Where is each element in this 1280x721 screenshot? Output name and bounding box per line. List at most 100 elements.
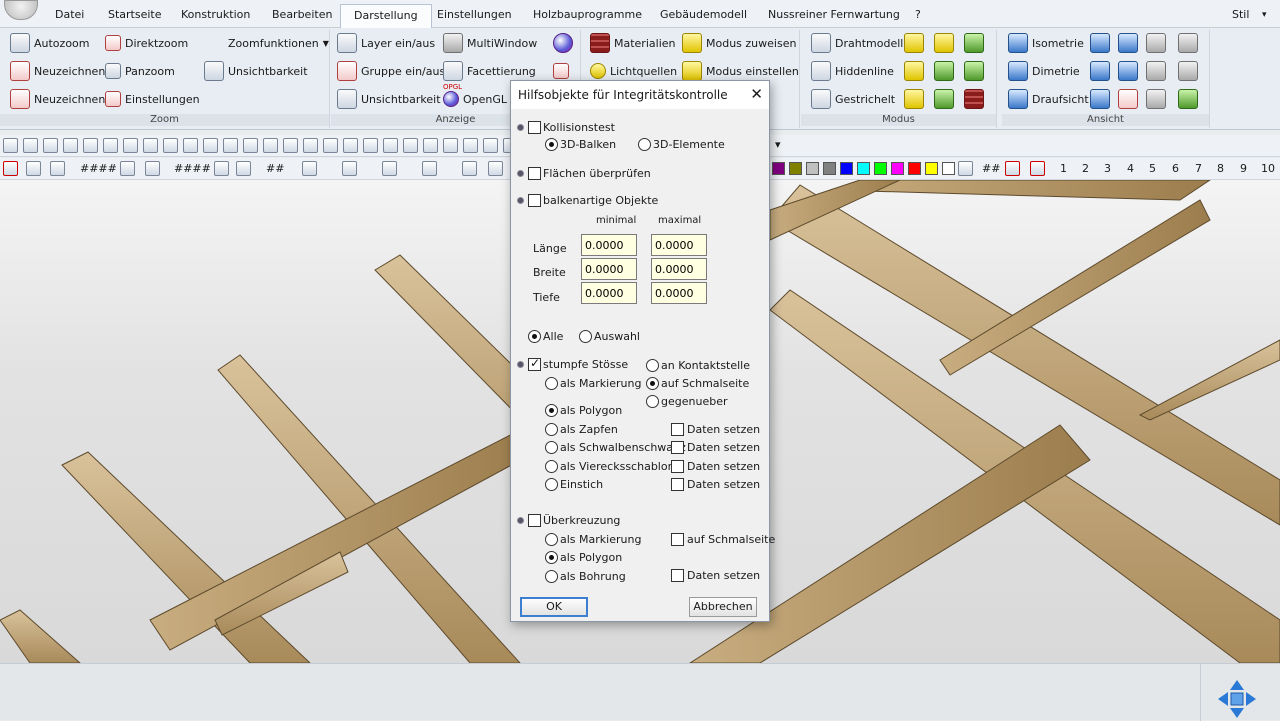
als-schwalbenschwanz-radio[interactable] xyxy=(545,441,558,454)
line-style-icon[interactable] xyxy=(342,161,357,176)
menu-bearbeiten[interactable]: Bearbeiten xyxy=(272,8,332,21)
gestrichelt-button[interactable]: Gestrichelt xyxy=(811,87,895,111)
layer-number-4[interactable]: 4 xyxy=(1127,162,1134,175)
zoom-einstellungen-button[interactable]: Einstellungen xyxy=(105,87,200,111)
tool-paste-icon[interactable] xyxy=(303,138,318,153)
color-picker-icon[interactable] xyxy=(958,161,973,176)
tool-funnel-icon[interactable] xyxy=(103,138,118,153)
schwalbenschwanz-daten-setzen-checkbox[interactable] xyxy=(671,441,684,454)
snap-point-icon[interactable] xyxy=(3,161,18,176)
breite-max-input[interactable] xyxy=(651,258,707,280)
color-swatch-magenta[interactable] xyxy=(891,162,904,175)
tool-block-icon[interactable] xyxy=(143,138,158,153)
laenge-min-input[interactable] xyxy=(581,234,637,256)
view-top-icon[interactable] xyxy=(1090,61,1110,81)
view-cylinder-icon[interactable] xyxy=(1146,61,1166,81)
textured-yellow-icon[interactable] xyxy=(904,61,924,81)
abbrechen-button[interactable]: Abbrechen xyxy=(689,597,757,617)
tool-cube4-icon[interactable] xyxy=(483,138,498,153)
panzoom-button[interactable]: Panzoom xyxy=(105,59,175,83)
tool-grid-icon[interactable] xyxy=(23,138,38,153)
tool-cube1-icon[interactable] xyxy=(423,138,438,153)
auf-schmalseite-radio[interactable] xyxy=(646,377,659,390)
snap-lock4-icon[interactable] xyxy=(302,161,317,176)
hatch-lines-icon[interactable] xyxy=(1030,161,1045,176)
layer-number-3[interactable]: 3 xyxy=(1104,162,1111,175)
multiwindow-button[interactable]: MultiWindow xyxy=(443,31,537,55)
tool-page-icon[interactable] xyxy=(183,138,198,153)
tool-layer-icon[interactable] xyxy=(163,138,178,153)
color-swatch-white[interactable] xyxy=(942,162,955,175)
snap-grid-icon[interactable] xyxy=(50,161,65,176)
color-swatch-silver[interactable] xyxy=(806,162,819,175)
stumpfe-stoesse-checkbox[interactable] xyxy=(528,356,541,371)
dimetrie-button[interactable]: Dimetrie xyxy=(1008,59,1080,83)
tool-house-icon[interactable] xyxy=(3,138,18,153)
view-front-icon[interactable] xyxy=(1090,33,1110,53)
view-persp-icon[interactable] xyxy=(1090,89,1110,109)
color-swatch-purple[interactable] xyxy=(772,162,785,175)
ue-auf-schmalseite-checkbox[interactable] xyxy=(671,533,684,546)
color-swatch-green[interactable] xyxy=(874,162,887,175)
tool-folder-icon[interactable] xyxy=(223,138,238,153)
menu-konstruktion[interactable]: Konstruktion xyxy=(181,8,250,21)
tool-roof-icon[interactable] xyxy=(43,138,58,153)
view-right-icon[interactable] xyxy=(1178,33,1198,53)
gegenueber-radio[interactable] xyxy=(646,395,659,408)
layer-number-2[interactable]: 2 xyxy=(1082,162,1089,175)
view-cylinder-3-icon[interactable] xyxy=(1178,89,1198,109)
tool-save-icon[interactable] xyxy=(243,138,258,153)
layer-number-1[interactable]: 1 xyxy=(1060,162,1067,175)
ue-als-polygon-radio[interactable] xyxy=(545,551,558,564)
autozoom-button[interactable]: Autozoom xyxy=(10,31,90,55)
zapfen-daten-setzen-checkbox[interactable] xyxy=(671,423,684,436)
snap-angle-icon[interactable] xyxy=(462,161,477,176)
flaechen-checkbox[interactable] xyxy=(528,167,541,180)
anzeige-unsichtbarkeit-button[interactable]: Unsichtbarkeit xyxy=(337,87,441,111)
snap-lock5-icon[interactable] xyxy=(382,161,397,176)
hiddenline-button[interactable]: Hiddenline xyxy=(811,59,894,83)
tool-print-icon[interactable] xyxy=(263,138,278,153)
close-icon[interactable]: ✕ xyxy=(750,85,763,103)
materialien-button[interactable]: Materialien xyxy=(590,31,675,55)
color-swatch-olive[interactable] xyxy=(789,162,802,175)
textured-green-2-icon[interactable] xyxy=(964,61,984,81)
snap-lock2-icon[interactable] xyxy=(120,161,135,176)
an-kontaktstelle-radio[interactable] xyxy=(646,359,659,372)
neuzeichnen-all-button[interactable]: Neuzeichnen xyxy=(10,87,105,111)
ue-als-bohrung-radio[interactable] xyxy=(545,570,558,583)
tiefe-min-input[interactable] xyxy=(581,282,637,304)
auswahl-radio[interactable] xyxy=(579,330,592,343)
layer-number-9[interactable]: 9 xyxy=(1240,162,1247,175)
color-swatch-red[interactable] xyxy=(908,162,921,175)
layer-number-5[interactable]: 5 xyxy=(1149,162,1156,175)
view-cylinder-2-icon[interactable] xyxy=(1146,89,1166,109)
ue-daten-setzen-checkbox[interactable] xyxy=(671,569,684,582)
shaded-green-icon[interactable] xyxy=(964,33,984,53)
render-yellow-icon[interactable] xyxy=(904,89,924,109)
chevron-down-icon[interactable]: ▾ xyxy=(1262,10,1267,20)
als-vierecksschablone-radio[interactable] xyxy=(545,460,558,473)
snap-hash-3[interactable]: ## xyxy=(266,162,284,175)
tool-pen-icon[interactable] xyxy=(123,138,138,153)
menu-help[interactable]: ? xyxy=(915,8,921,21)
ueberkreuzung-checkbox[interactable] xyxy=(528,514,541,527)
render-grid-icon[interactable] xyxy=(964,89,984,109)
hatch-hash[interactable]: ## xyxy=(982,162,1000,175)
layer-number-6[interactable]: 6 xyxy=(1172,162,1179,175)
render-sphere-button[interactable] xyxy=(553,31,573,55)
drahtmodell-button[interactable]: Drahtmodell xyxy=(811,31,903,55)
alle-radio[interactable] xyxy=(528,330,541,343)
3d-elemente-radio[interactable] xyxy=(638,138,651,151)
neuzeichnen-button[interactable]: Neuzeichnen xyxy=(10,59,105,83)
menu-datei[interactable]: Datei xyxy=(55,8,84,21)
direktzoom-button[interactable]: Direktzoom xyxy=(105,31,188,55)
snap-hash-1[interactable]: #### xyxy=(80,162,117,175)
pan-navigation-icon[interactable] xyxy=(1216,678,1258,720)
tool-cube2-icon[interactable] xyxy=(443,138,458,153)
color-swatch-yellow[interactable] xyxy=(925,162,938,175)
als-zapfen-radio[interactable] xyxy=(545,423,558,436)
render-green-icon[interactable] xyxy=(934,89,954,109)
einstich-daten-setzen-checkbox[interactable] xyxy=(671,478,684,491)
line-width-icon[interactable] xyxy=(422,161,437,176)
